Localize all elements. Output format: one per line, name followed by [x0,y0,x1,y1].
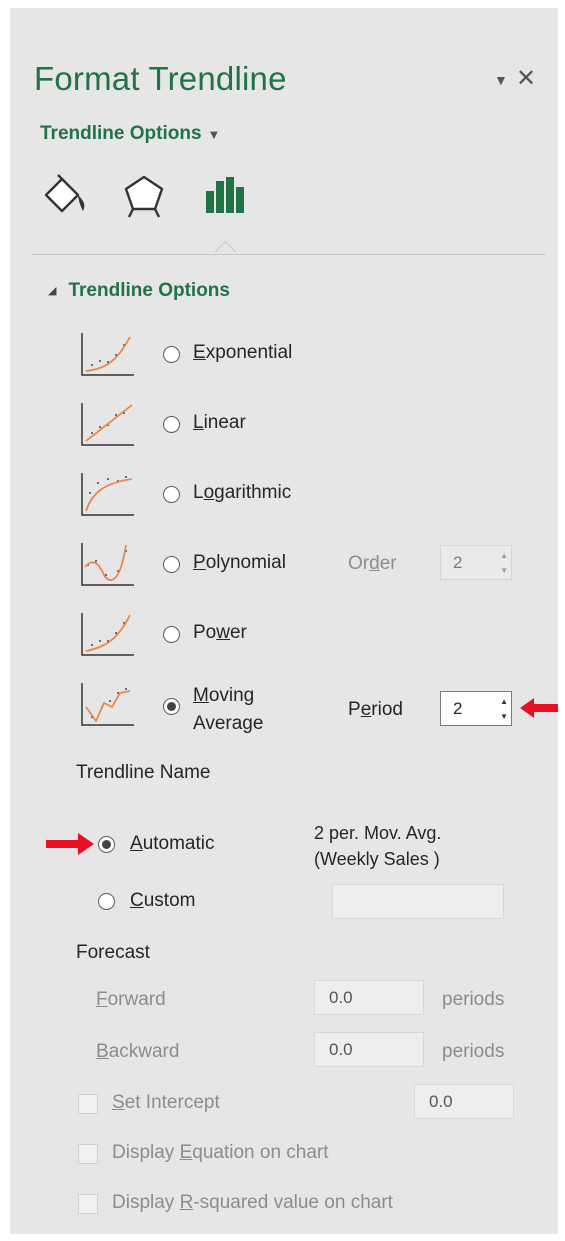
section-header[interactable]: ◢ Trendline Options [48,280,230,302]
options-dropdown[interactable]: Trendline Options ▼ [40,123,220,145]
red-callout-arrow-left-icon [520,698,558,718]
close-icon[interactable]: ✕ [516,64,536,93]
custom-label[interactable]: Custom [130,890,195,912]
spin-down-icon[interactable]: ▼ [500,567,508,575]
period-label: Period [348,699,403,720]
polynomial-radio[interactable] [163,556,180,573]
format-trendline-pane: Format Trendline ▼ ✕ Trendline Options ▼ … [10,8,558,1234]
backward-unit-clip: periods [442,1041,512,1063]
power-trend-icon [81,613,134,656]
moving-average-radio[interactable] [163,698,180,715]
order-label: Order [348,553,397,574]
chevron-down-icon[interactable]: ▼ [494,72,508,88]
period-spinner[interactable]: 2 ▲ ▼ [440,691,512,726]
forward-unit-clip: periods [442,989,512,1011]
trendline-options-icon[interactable] [202,173,248,224]
polynomial-label[interactable]: Polynomial [193,552,286,574]
section-title: Trendline Options [68,280,230,301]
linear-radio[interactable] [163,416,180,433]
display-rsquared-label[interactable]: Display R-squared value on chart [112,1192,393,1214]
forecast-heading: Forecast [76,942,150,963]
custom-name-input[interactable] [332,884,504,919]
automatic-name-value: 2 per. Mov. Avg. (Weekly Sales ) [314,823,442,869]
linear-label[interactable]: Linear [193,412,246,434]
forward-value: 0.0 [329,988,353,1007]
trendline-name-heading: Trendline Name [76,762,211,783]
moving-average-label[interactable]: Moving Average [193,682,263,738]
power-label[interactable]: Power [193,622,247,644]
exponential-label[interactable]: Exponential [193,342,292,364]
caret-down-icon: ▼ [207,127,221,142]
display-rsquared-checkbox[interactable] [78,1194,98,1214]
active-tab-indicator [214,240,237,263]
custom-radio[interactable] [98,893,115,910]
spin-up-icon[interactable]: ▲ [500,552,508,560]
backward-value: 0.0 [329,1040,353,1059]
forward-unit: periods [442,989,505,1010]
exponential-radio[interactable] [163,346,180,363]
backward-label: Backward [96,1041,180,1062]
pane-title: Format Trendline [34,60,287,97]
intercept-value: 0.0 [429,1092,453,1111]
polynomial-trend-icon [81,543,134,586]
period-value[interactable]: 2 [453,699,462,719]
spin-down-icon[interactable]: ▼ [500,713,508,721]
display-equation-label[interactable]: Display Equation on chart [112,1142,329,1164]
set-intercept-label[interactable]: Set Intercept [112,1092,220,1114]
exponential-trend-icon [81,333,134,376]
moving-average-trend-icon [81,683,134,726]
spin-up-icon[interactable]: ▲ [500,698,508,706]
display-equation-checkbox[interactable] [78,1144,98,1164]
tab-divider [32,254,546,255]
options-dropdown-label: Trendline Options [40,123,202,144]
fill-line-icon[interactable] [40,173,92,224]
forward-label: Forward [96,989,166,1010]
order-spinner[interactable]: 2 ▲ ▼ [440,545,512,580]
effects-icon[interactable] [120,173,168,224]
red-callout-arrow-right-icon [46,833,94,855]
automatic-radio[interactable] [98,836,115,853]
logarithmic-radio[interactable] [163,486,180,503]
backward-input[interactable]: 0.0 [314,1032,424,1067]
intercept-input[interactable]: 0.0 [414,1084,514,1119]
linear-trend-icon [81,403,134,446]
backward-unit: periods [442,1041,505,1062]
set-intercept-checkbox[interactable] [78,1094,98,1114]
collapse-triangle-icon: ◢ [48,285,57,297]
order-value: 2 [453,553,463,572]
automatic-label[interactable]: Automatic [130,833,215,855]
logarithmic-trend-icon [81,473,134,516]
logarithmic-label[interactable]: Logarithmic [193,482,291,504]
power-radio[interactable] [163,626,180,643]
forward-input[interactable]: 0.0 [314,980,424,1015]
